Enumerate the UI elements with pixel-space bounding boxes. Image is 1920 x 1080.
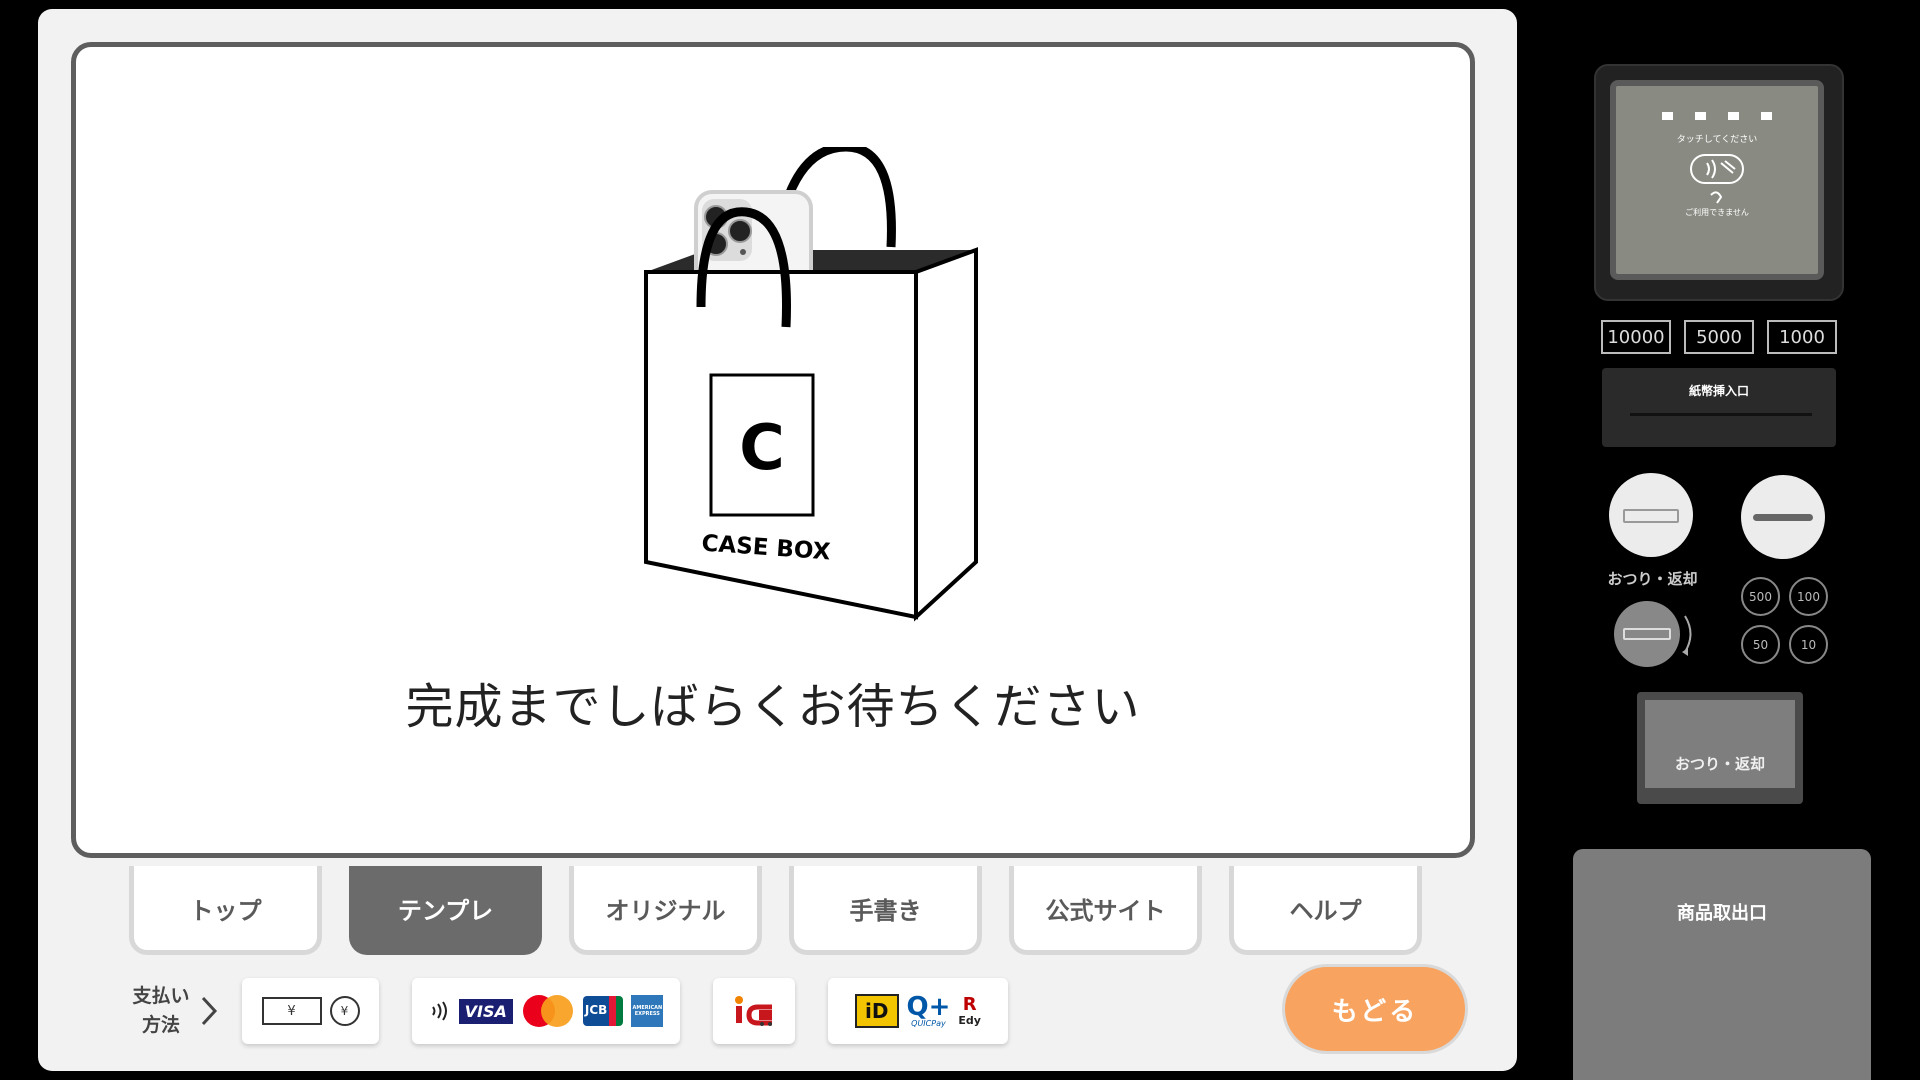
quicpay-logo: Q+ QUICPay bbox=[906, 991, 951, 1028]
change-return-label: おつり・返却 bbox=[1607, 570, 1698, 588]
transit-ic-icon bbox=[735, 996, 772, 1026]
contactless-icon bbox=[431, 1001, 447, 1021]
kiosk-screen: C CASE BOX 完成までしばらくお待ちください トップ テンプレ オリジナ… bbox=[38, 9, 1517, 1071]
cash-payment-card: ¥ ¥ bbox=[242, 978, 379, 1044]
bag-logo-letter: C bbox=[739, 411, 785, 484]
coin-insert-button[interactable] bbox=[1741, 475, 1825, 559]
card-reader-screen: タッチしてください ご利用できません bbox=[1610, 80, 1824, 280]
amex-logo: AMERICAN EXPRESS bbox=[631, 995, 664, 1027]
nfc-hand-icon bbox=[1690, 154, 1744, 184]
payment-method-label: 支払い 方法 bbox=[132, 985, 190, 1036]
bill-insertion-slot[interactable]: 紙幣挿入口 bbox=[1602, 368, 1836, 447]
bill-10000-label: 10000 bbox=[1601, 320, 1671, 354]
bill-5000-label: 5000 bbox=[1684, 320, 1754, 354]
bill-1000-label: 1000 bbox=[1767, 320, 1837, 354]
wait-message: 完成までしばらくお待ちください bbox=[405, 679, 1141, 735]
reader-touch-text: タッチしてください bbox=[1676, 135, 1758, 145]
coin-10-label: 10 bbox=[1789, 625, 1828, 664]
coin-50-label: 50 bbox=[1741, 625, 1780, 664]
coin-100-label: 100 bbox=[1789, 577, 1828, 616]
tab-handwriting[interactable]: 手書き bbox=[789, 866, 982, 955]
id-logo: iD bbox=[855, 994, 899, 1028]
shopping-bag-illustration: C CASE BOX bbox=[644, 147, 978, 622]
change-return-lever[interactable] bbox=[1614, 601, 1680, 667]
product-outlet-label: 商品取出口 bbox=[1677, 903, 1767, 924]
tab-help[interactable]: ヘルプ bbox=[1229, 866, 1422, 955]
card-reader[interactable]: タッチしてください ご利用できません bbox=[1594, 64, 1844, 301]
reader-unavailable-text: ご利用できません bbox=[1685, 208, 1749, 217]
credit-card-payment-card: VISA JCB AMERICAN EXPRESS bbox=[412, 978, 680, 1044]
coin-slot-button[interactable] bbox=[1609, 473, 1693, 557]
e-money-payment-card: iD Q+ QUICPay R Edy bbox=[828, 978, 1008, 1044]
tab-official-site[interactable]: 公式サイト bbox=[1009, 866, 1202, 955]
jcb-logo: JCB bbox=[582, 996, 624, 1026]
small-pointer-icon bbox=[1710, 191, 1723, 204]
mastercard-logo bbox=[522, 995, 573, 1027]
edy-logo: R Edy bbox=[958, 993, 981, 1027]
rotate-arrow-icon bbox=[1682, 615, 1692, 656]
back-button[interactable]: もどる bbox=[1282, 964, 1468, 1054]
product-outlet[interactable]: 商品取出口 bbox=[1573, 849, 1871, 1080]
progress-dialog: C CASE BOX 完成までしばらくお待ちください bbox=[71, 42, 1475, 858]
change-return-button[interactable]: おつり・返却 bbox=[1645, 700, 1795, 788]
chevron-right-icon bbox=[201, 996, 218, 1026]
change-return-tray[interactable]: おつり・返却 bbox=[1637, 692, 1803, 804]
visa-logo: VISA bbox=[458, 998, 513, 1024]
tab-top[interactable]: トップ bbox=[129, 866, 322, 955]
ic-card-payment-card bbox=[713, 978, 795, 1044]
coin-500-label: 500 bbox=[1741, 577, 1780, 616]
tab-original[interactable]: オリジナル bbox=[569, 866, 762, 955]
coin-icon: ¥ bbox=[329, 996, 360, 1026]
tab-template[interactable]: テンプレ bbox=[349, 866, 542, 955]
bill-icon: ¥ bbox=[261, 997, 322, 1025]
